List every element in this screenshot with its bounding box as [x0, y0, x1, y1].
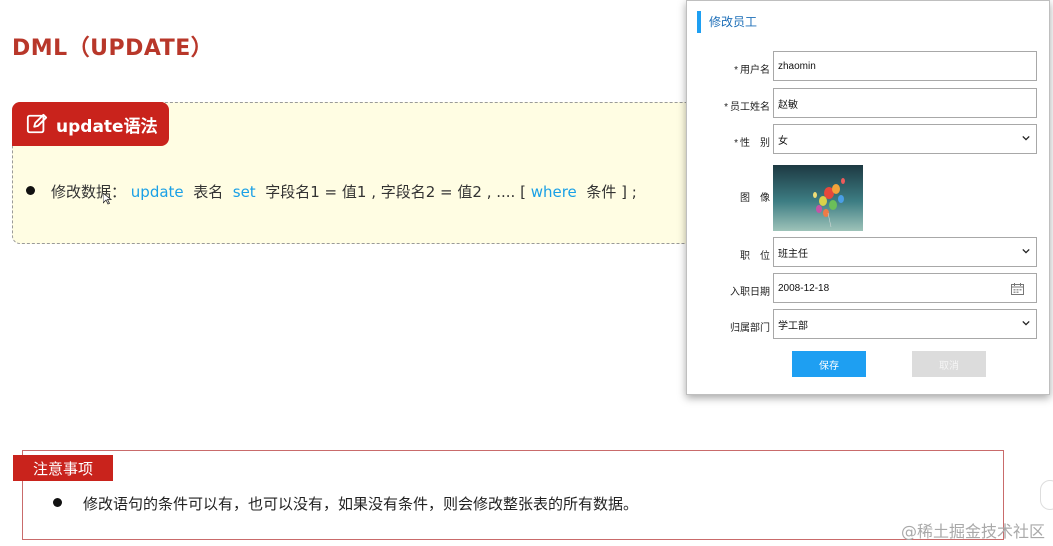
- username-input[interactable]: zhaomin: [773, 51, 1037, 81]
- chevron-down-icon: [1022, 320, 1030, 326]
- dialog-title: 修改员工: [697, 11, 757, 33]
- gender-label: * 性 别: [734, 138, 770, 149]
- username-label: * 用户名: [734, 65, 770, 76]
- entry-date-input[interactable]: 2008-12-18: [773, 273, 1037, 303]
- keyword-where: where: [530, 183, 577, 201]
- notes-text: 修改语句的条件可以有，也可以没有，如果没有条件，则会修改整张表的所有数据。: [83, 495, 639, 513]
- cancel-button[interactable]: 取消: [912, 351, 986, 377]
- syntax-suffix: 条件 ] ;: [586, 183, 637, 201]
- balloon-photo: [773, 165, 863, 231]
- gender-select[interactable]: 女: [773, 124, 1037, 154]
- dept-label: 归属部门: [730, 323, 770, 334]
- name-label: * 员工姓名: [724, 102, 770, 113]
- keyword-set: set: [232, 183, 256, 201]
- watermark: @稀土掘金技术社区: [900, 522, 1045, 541]
- cursor-icon: [103, 193, 113, 205]
- save-button[interactable]: 保存: [792, 351, 866, 377]
- edit-icon: [26, 113, 48, 134]
- keyword-update: update: [130, 183, 184, 201]
- syntax-tag: update语法: [12, 102, 169, 146]
- entry-date-label: 入职日期: [730, 287, 770, 298]
- syntax-line: 修改数据： update 表名 set 字段名1 = 值1 , 字段名2 = 值…: [51, 181, 637, 202]
- edit-employee-dialog: 修改员工 *用户名 zhaomin *员工姓名 赵敏 *性 别 女 图 像: [686, 0, 1050, 395]
- chevron-down-icon: [1022, 135, 1030, 141]
- edge-decoration: [1040, 480, 1053, 510]
- notes-tag: 注意事项: [13, 455, 113, 481]
- chevron-down-icon: [1022, 248, 1030, 254]
- calendar-icon[interactable]: [1011, 283, 1024, 295]
- dept-select[interactable]: 学工部: [773, 309, 1037, 339]
- job-label: 职 位: [740, 251, 770, 262]
- slide-title: DML（UPDATE）: [12, 36, 214, 61]
- syntax-tag-label: update语法: [56, 116, 158, 137]
- image-label: 图 像: [740, 193, 770, 204]
- syntax-box: update语法 修改数据： update 表名 set 字段名1 = 值1 ,…: [12, 102, 702, 244]
- syntax-table: 表名: [193, 183, 224, 201]
- bullet-dot: [26, 186, 35, 195]
- employee-photo[interactable]: [773, 165, 863, 231]
- name-input[interactable]: 赵敏: [773, 88, 1037, 118]
- job-select[interactable]: 班主任: [773, 237, 1037, 267]
- bullet-dot: [53, 498, 62, 507]
- syntax-assign: 字段名1 = 值1 , 字段名2 = 值2 , .... [: [265, 183, 526, 201]
- syntax-prefix: 修改数据：: [51, 183, 127, 201]
- notes-box: 注意事项 修改语句的条件可以有，也可以没有，如果没有条件，则会修改整张表的所有数…: [13, 450, 1004, 540]
